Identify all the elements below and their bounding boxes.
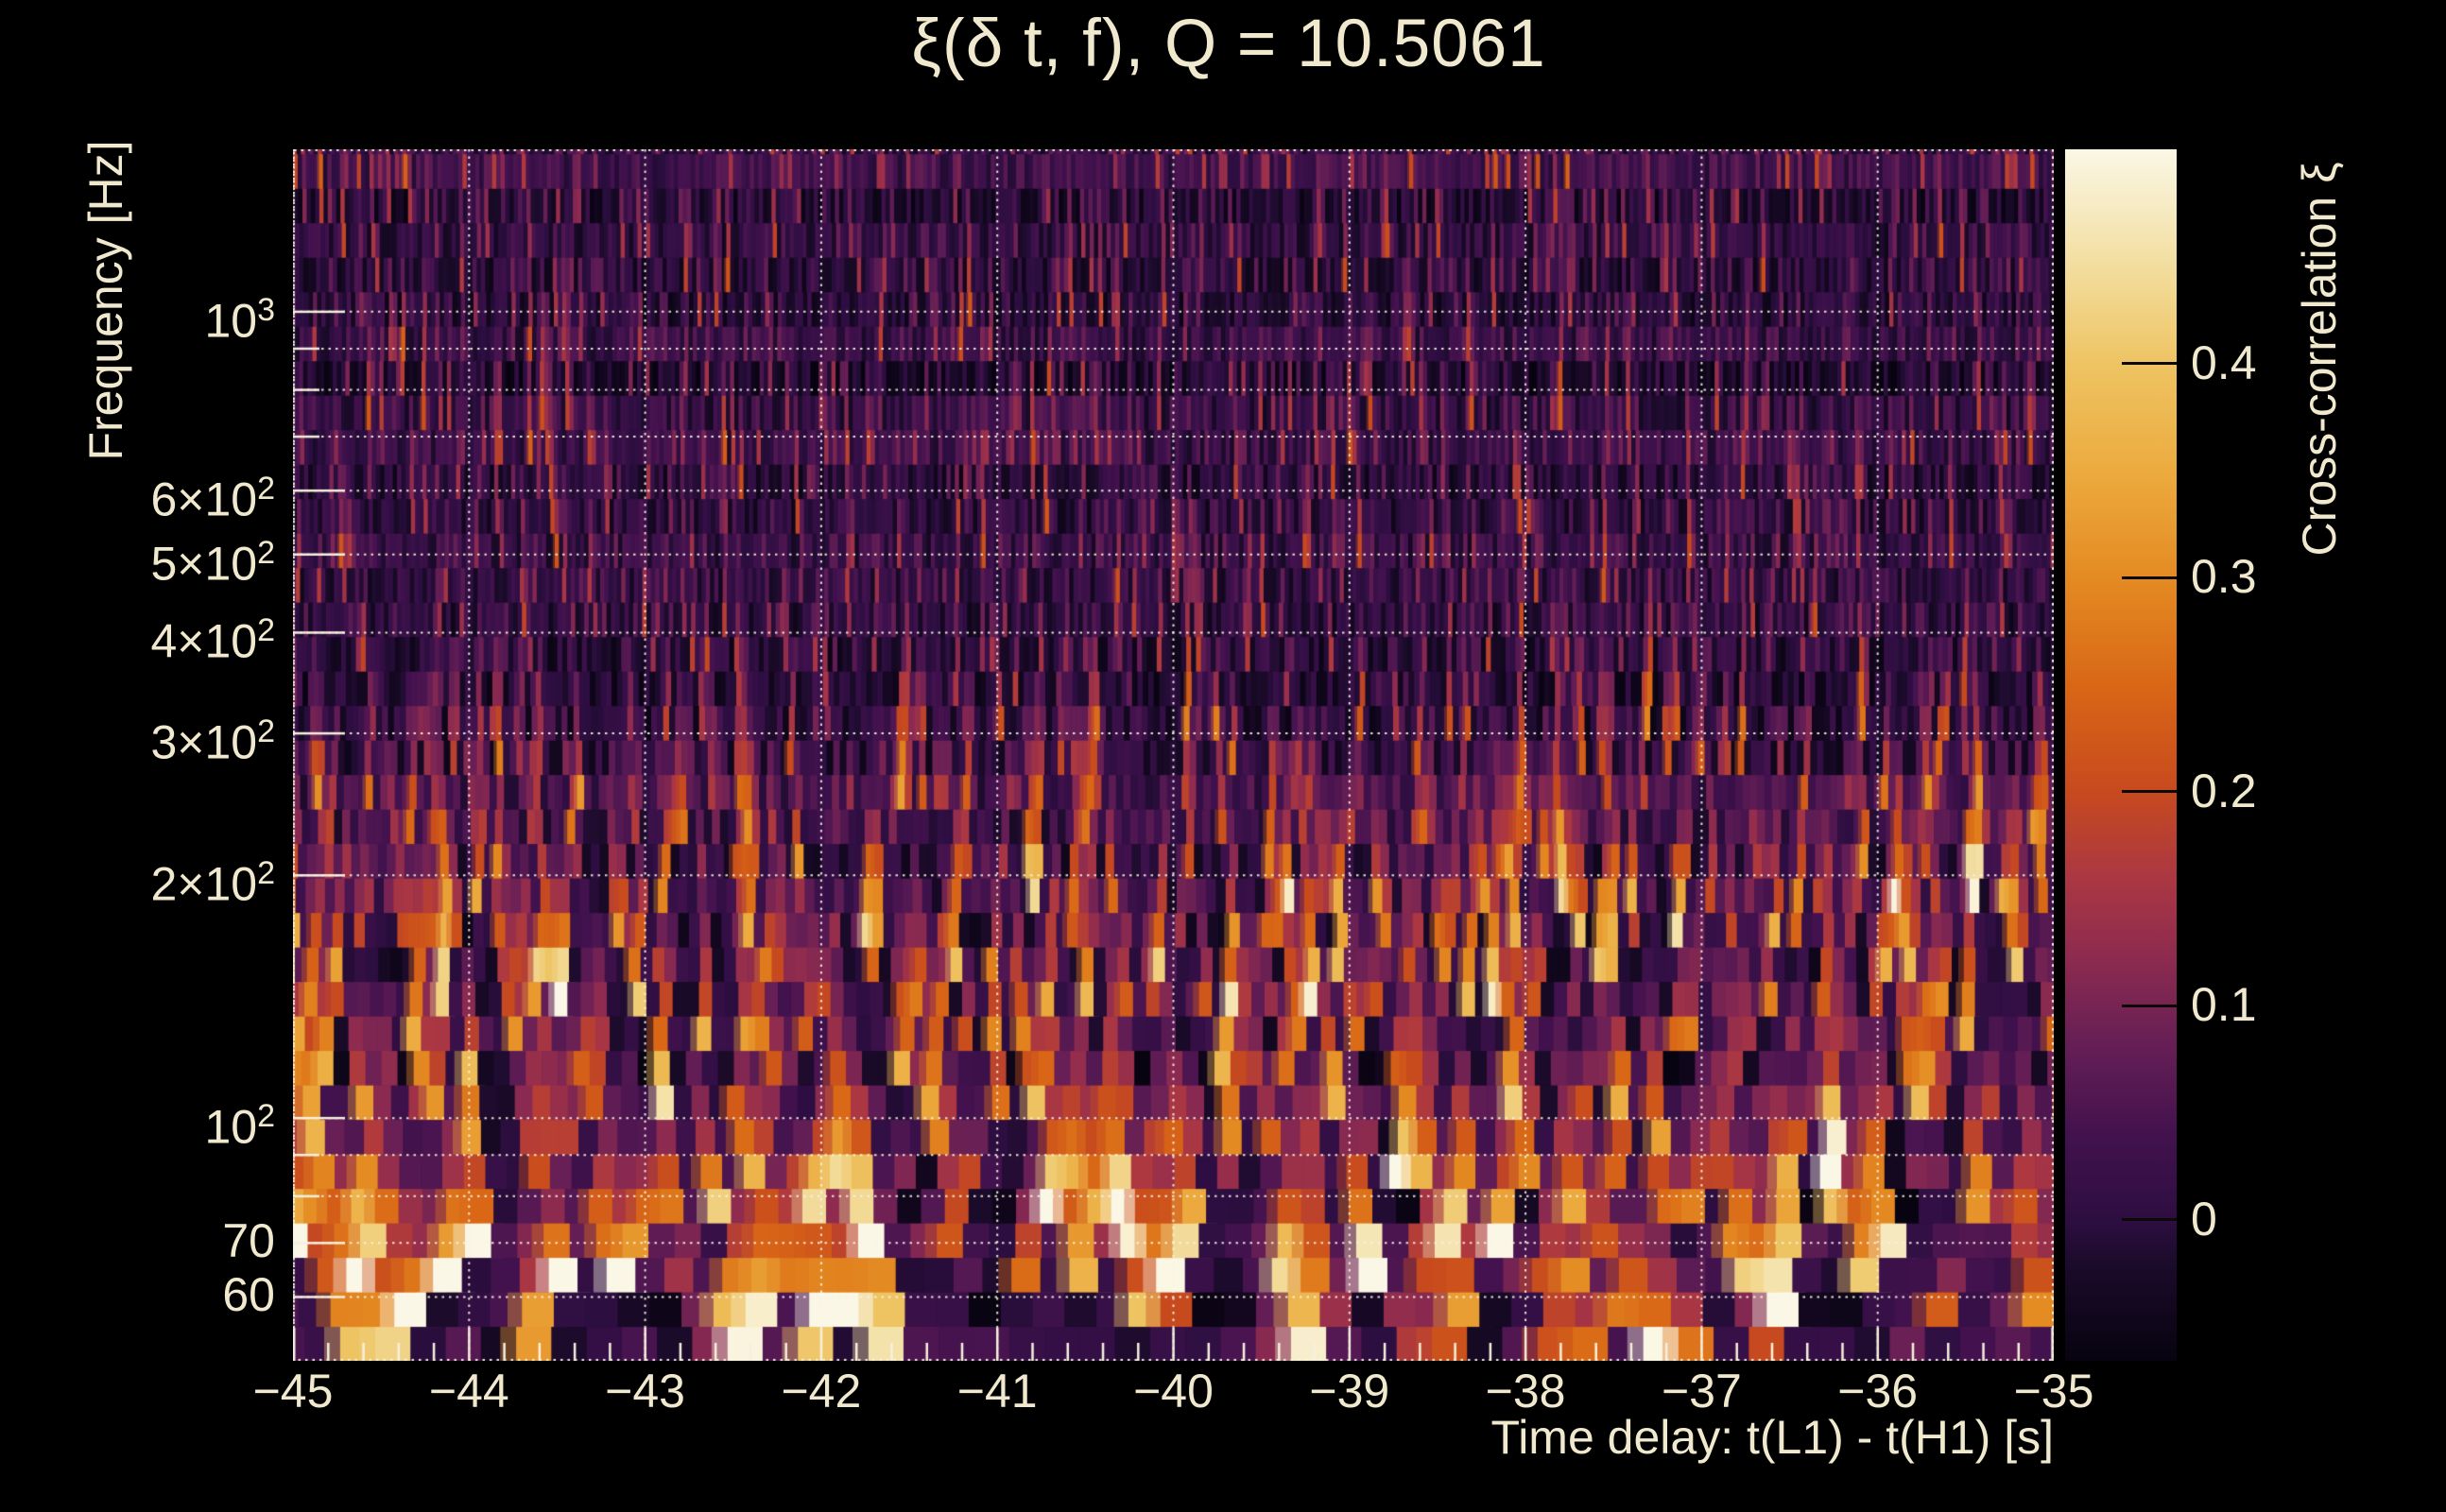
colorbar-tick-label: 0 xyxy=(2191,1192,2217,1246)
y-tick-label: 2×102 xyxy=(150,855,275,911)
x-tick-label: −41 xyxy=(956,1365,1038,1418)
y-tick-label: 103 xyxy=(204,291,275,348)
y-tick-label: 5×102 xyxy=(150,534,275,591)
colorbar-tick-label: 0.4 xyxy=(2191,335,2257,389)
colorbar-tick-line xyxy=(2122,1218,2177,1221)
plot-title: ξ(δ t, f), Q = 10.5061 xyxy=(911,7,1546,81)
x-tick-label: −43 xyxy=(605,1365,686,1418)
colorbar-tick-line xyxy=(2122,790,2177,793)
qscan-cross-correlation-figure: ξ(δ t, f), Q = 10.5061 Frequency [Hz] −4… xyxy=(0,0,2446,1512)
spectrogram-heatmap xyxy=(293,149,2054,1361)
colorbar-tick-line xyxy=(2122,576,2177,579)
y-tick-label: 6×102 xyxy=(150,471,275,526)
y-tick-label: 3×102 xyxy=(150,713,275,769)
colorbar-tick-label: 0.2 xyxy=(2191,764,2257,817)
x-axis-title: Time delay: t(L1) - t(H1) [s] xyxy=(1490,1411,2054,1464)
y-tick-label: 102 xyxy=(204,1098,275,1154)
y-tick-label: 60 xyxy=(222,1268,275,1322)
colorbar-tick-label: 0.3 xyxy=(2191,550,2257,603)
y-tick-label: 70 xyxy=(222,1214,275,1268)
x-tick-label: −39 xyxy=(1309,1365,1390,1418)
colorbar-gradient xyxy=(2065,149,2177,1361)
y-tick-label: 4×102 xyxy=(150,612,275,669)
colorbar-tick-line xyxy=(2122,362,2177,365)
colorbar-title: Cross-correlation ξ xyxy=(2293,162,2346,557)
x-tick-label: −42 xyxy=(781,1365,862,1418)
x-tick-label: −40 xyxy=(1133,1365,1214,1418)
colorbar-tick-line xyxy=(2122,1004,2177,1007)
x-tick-label: −44 xyxy=(428,1365,509,1418)
x-tick-label: −45 xyxy=(252,1365,334,1418)
colorbar-tick-label: 0.1 xyxy=(2191,978,2257,1031)
